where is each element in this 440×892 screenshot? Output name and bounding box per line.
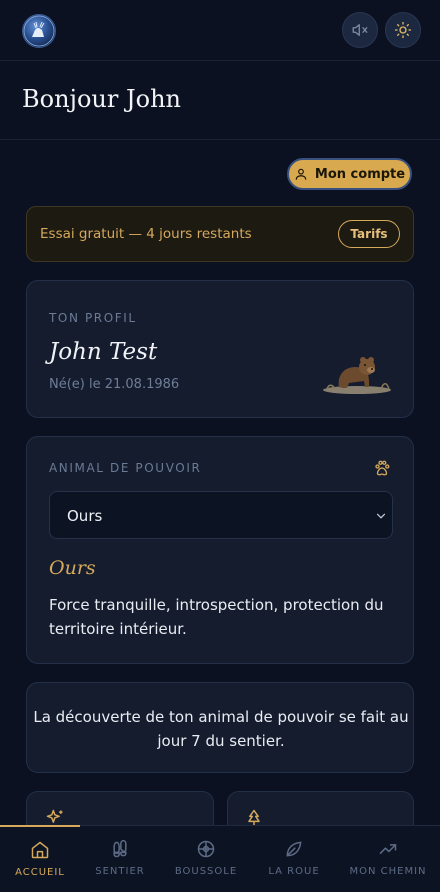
compass-icon [197, 840, 215, 858]
bottom-navigation: ACCUEIL SENTIER BOUSSOLE LA ROUE MON CHE… [0, 825, 440, 892]
profile-card: TON PROFIL John Test Né(e) le 21.08.1986 [26, 280, 414, 418]
bear-illustration [323, 357, 391, 394]
nav-wheel[interactable]: LA ROUE [252, 826, 336, 892]
app-logo-icon[interactable] [22, 14, 56, 48]
nav-wheel-label: LA ROUE [268, 866, 320, 877]
footprints-icon [113, 839, 127, 858]
trending-up-icon [379, 844, 397, 854]
home-icon [31, 841, 49, 859]
nav-my-path-label: MON CHEMIN [349, 866, 427, 877]
page-title: Bonjour John [22, 85, 181, 113]
pricing-button[interactable]: Tarifs [338, 220, 400, 248]
chevron-down-icon [376, 513, 386, 519]
nav-my-path[interactable]: MON CHEMIN [336, 826, 440, 892]
power-animal-description: Force tranquille, introspection, protect… [49, 596, 384, 638]
leaf-icon [286, 841, 302, 857]
power-animal-eyebrow: ANIMAL DE POUVOIR [49, 461, 202, 475]
nav-home-label: ACCUEIL [15, 867, 65, 878]
theme-toggle-button[interactable] [385, 12, 421, 48]
nav-trail[interactable]: SENTIER [80, 826, 160, 892]
power-animal-selected: Ours [67, 507, 103, 525]
nav-trail-label: SENTIER [95, 866, 145, 877]
profile-name: John Test [49, 339, 158, 365]
trial-banner: Essai gratuit — 4 jours restants Tarifs [26, 206, 414, 262]
paw-print-icon [375, 460, 390, 476]
user-icon [295, 168, 307, 180]
speaker-muted-icon [352, 24, 368, 36]
mute-sound-button[interactable] [342, 12, 378, 48]
my-account-label: Mon compte [314, 166, 406, 182]
nav-home[interactable]: ACCUEIL [0, 825, 80, 891]
power-animal-card: ANIMAL DE POUVOIR Ours Ours Force tranqu… [26, 436, 414, 664]
top-bar [0, 0, 440, 61]
profile-eyebrow: TON PROFIL [49, 311, 137, 325]
trial-text: Essai gratuit — 4 jours restants [40, 226, 252, 242]
greeting-section: Bonjour John [0, 61, 440, 140]
power-animal-title: Ours [49, 557, 96, 579]
profile-birth-date: Né(e) le 21.08.1986 [49, 377, 180, 392]
nav-compass-label: BOUSSOLE [174, 866, 238, 877]
power-animal-select[interactable]: Ours [49, 491, 393, 539]
nav-compass[interactable]: BOUSSOLE [160, 826, 252, 892]
my-account-button[interactable]: Mon compte [287, 158, 412, 190]
discovery-info-text: La découverte de ton animal de pouvoir s… [33, 708, 409, 750]
discovery-info-card: La découverte de ton animal de pouvoir s… [26, 682, 414, 773]
sun-icon [394, 21, 412, 39]
